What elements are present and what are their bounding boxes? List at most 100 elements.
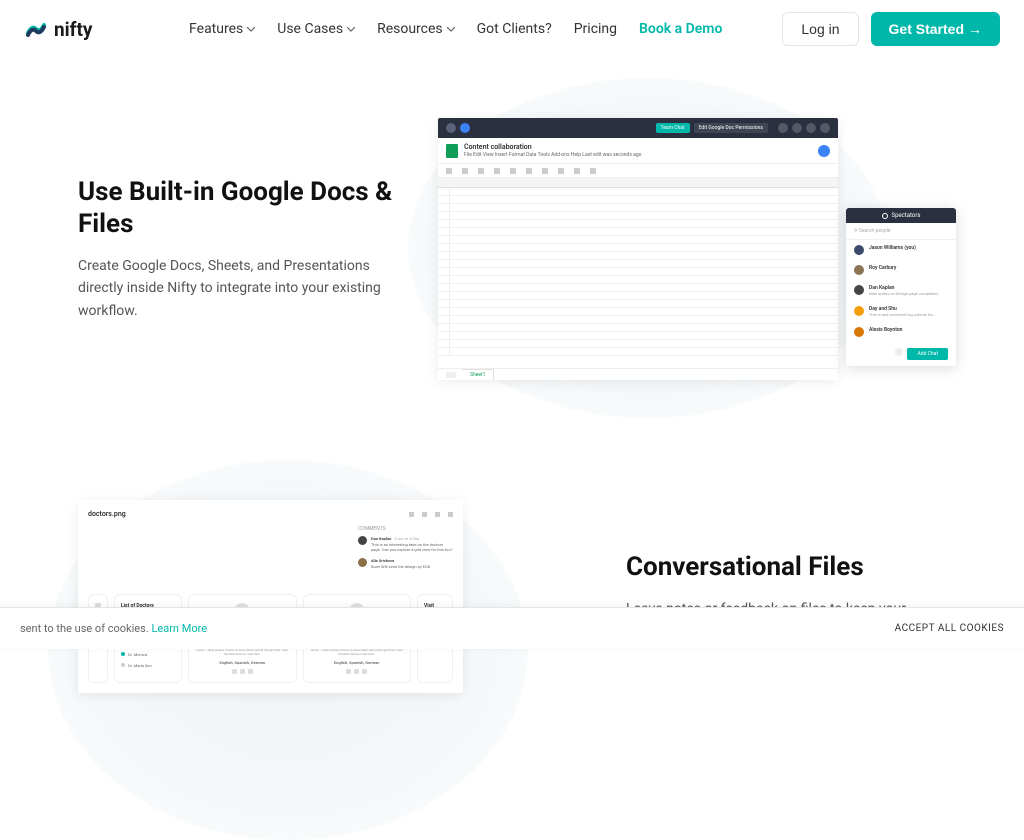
sheets-icon: [446, 144, 458, 158]
avatar: [358, 558, 367, 567]
sheet-body: [438, 178, 838, 368]
section-heading: Use Built-in Google Docs & Files: [78, 176, 398, 241]
logo[interactable]: nifty: [24, 17, 92, 41]
panel-person: Dan Kaplan New orders on Design page com…: [846, 280, 956, 301]
image-column: doctors.png COMMENTS Dan K: [78, 500, 586, 693]
file-header: doctors.png: [88, 510, 453, 518]
spectators-panel: Spectators ⚲ Search people Jason William…: [846, 208, 956, 366]
sheet-row: [438, 212, 838, 220]
panel-person: Day and Shu This is last comment log, pr…: [846, 301, 956, 322]
sheet-row: [438, 244, 838, 252]
add-chat-button: Add Chat: [907, 348, 948, 360]
comments-label: COMMENTS: [358, 526, 453, 532]
team-chat-button: Team Chat: [656, 123, 690, 133]
nifty-logo-icon: [24, 17, 48, 41]
panel-search: ⚲ Search people: [846, 223, 956, 240]
gdocs-header: Content collaboration File Edit View Ins…: [438, 138, 838, 164]
home-icon: [446, 123, 456, 133]
nav-use-cases[interactable]: Use Cases: [277, 21, 355, 37]
panel-footer: Add Chat: [846, 342, 956, 366]
action-icon: [409, 512, 414, 517]
doctor-languages: English, Spanish, German: [310, 660, 405, 665]
avatar: [854, 285, 864, 295]
get-started-button[interactable]: Get Started →: [871, 12, 1000, 46]
action-icon: [448, 512, 453, 517]
sheet-row: [438, 332, 838, 340]
text-column: Use Built-in Google Docs & Files Create …: [78, 176, 398, 322]
sheet-row: [438, 292, 838, 300]
conversational-files-mockup: doctors.png COMMENTS Dan K: [78, 500, 463, 693]
comment: Dan Kaplan 5 Apr at 4:00p This is an int…: [358, 536, 453, 552]
project-icon: [460, 123, 470, 133]
sheet-row: [438, 204, 838, 212]
sheet-row: [438, 196, 838, 204]
header-actions: Log in Get Started →: [782, 12, 1000, 46]
sheet-row: [438, 316, 838, 324]
section-conversational-files: Conversational Files Leave notes or feed…: [78, 500, 946, 693]
toolbar-icon: [462, 168, 468, 174]
doc-title: Content collaboration: [464, 143, 812, 151]
avatar: [854, 306, 864, 316]
chevron-down-icon: [447, 27, 455, 32]
app-topbar: Team Chat Edit Google Doc Permissions: [438, 118, 838, 138]
sheet-row: [438, 220, 838, 228]
toolbar-icon: [494, 168, 500, 174]
panel-header: Spectators: [846, 208, 956, 223]
sheet-tab: Sheet1: [462, 369, 494, 380]
nav-book-demo[interactable]: Book a Demo: [639, 21, 722, 37]
add-sheet-icon: [446, 372, 456, 378]
eye-icon: [882, 213, 888, 219]
panel-person: Jason Williams (you): [846, 240, 956, 260]
file-title: doctors.png: [88, 510, 126, 518]
action-icon: [422, 512, 427, 517]
sheet-row: [438, 308, 838, 316]
comments-area: COMMENTS Dan Kaplan 5 Apr at 4:00p This …: [88, 526, 453, 576]
cookie-learn-more-link[interactable]: Learn More: [151, 622, 207, 635]
comment: Alix Srivkova Sure! Will send the design…: [358, 558, 453, 569]
sheet-footer: Sheet1: [438, 368, 838, 380]
sheet-row: [438, 348, 838, 356]
sheet-row: [438, 276, 838, 284]
add-icon: [895, 348, 903, 356]
arrow-right-icon: →: [968, 21, 982, 37]
cookie-banner: sent to the use of cookies. Learn More A…: [0, 607, 1024, 649]
user-avatar: [818, 145, 830, 157]
toolbar-icon: [510, 168, 516, 174]
nav-got-clients[interactable]: Got Clients?: [477, 21, 552, 37]
sheet-row: [438, 324, 838, 332]
topbar-icon: [806, 123, 816, 133]
chevron-down-icon: [247, 27, 255, 32]
panel-person: Alexis Boynton: [846, 322, 956, 342]
sheet-row: [438, 252, 838, 260]
avatar: [854, 265, 864, 275]
login-button[interactable]: Log in: [782, 12, 858, 46]
sheet-row: [438, 236, 838, 244]
sheet-row: [438, 268, 838, 276]
sheet-row: [438, 188, 838, 196]
chevron-down-icon: [347, 27, 355, 32]
toolbar-icon: [558, 168, 564, 174]
list-item: Dr. Maria Sen: [121, 660, 175, 671]
toolbar-icon: [446, 168, 452, 174]
sheet-row: [438, 284, 838, 292]
header: nifty Features Use Cases Resources Got C…: [0, 0, 1024, 58]
nav-pricing[interactable]: Pricing: [574, 21, 617, 37]
sheet-row: [438, 340, 838, 348]
nav-resources[interactable]: Resources: [377, 21, 455, 37]
column-headers: [438, 178, 838, 188]
toolbar-icon: [574, 168, 580, 174]
gdocs-toolbar: [438, 164, 838, 178]
toolbar-icon: [526, 168, 532, 174]
section-google-docs: Use Built-in Google Docs & Files Create …: [78, 118, 946, 380]
doctor-languages: English, Spanish, German: [195, 660, 290, 665]
image-column: Team Chat Edit Google Doc Permissions Co…: [438, 118, 946, 380]
sheet-row: [438, 300, 838, 308]
sheet-row: [438, 260, 838, 268]
topbar-icon: [820, 123, 830, 133]
avatar: [854, 327, 864, 337]
doc-menu: File Edit View Insert Format Data Tools …: [464, 152, 812, 158]
topbar-icon: [792, 123, 802, 133]
accept-cookies-button[interactable]: ACCEPT ALL COOKIES: [895, 623, 1004, 634]
nav-features[interactable]: Features: [189, 21, 255, 37]
nav: Features Use Cases Resources Got Clients…: [189, 21, 722, 37]
